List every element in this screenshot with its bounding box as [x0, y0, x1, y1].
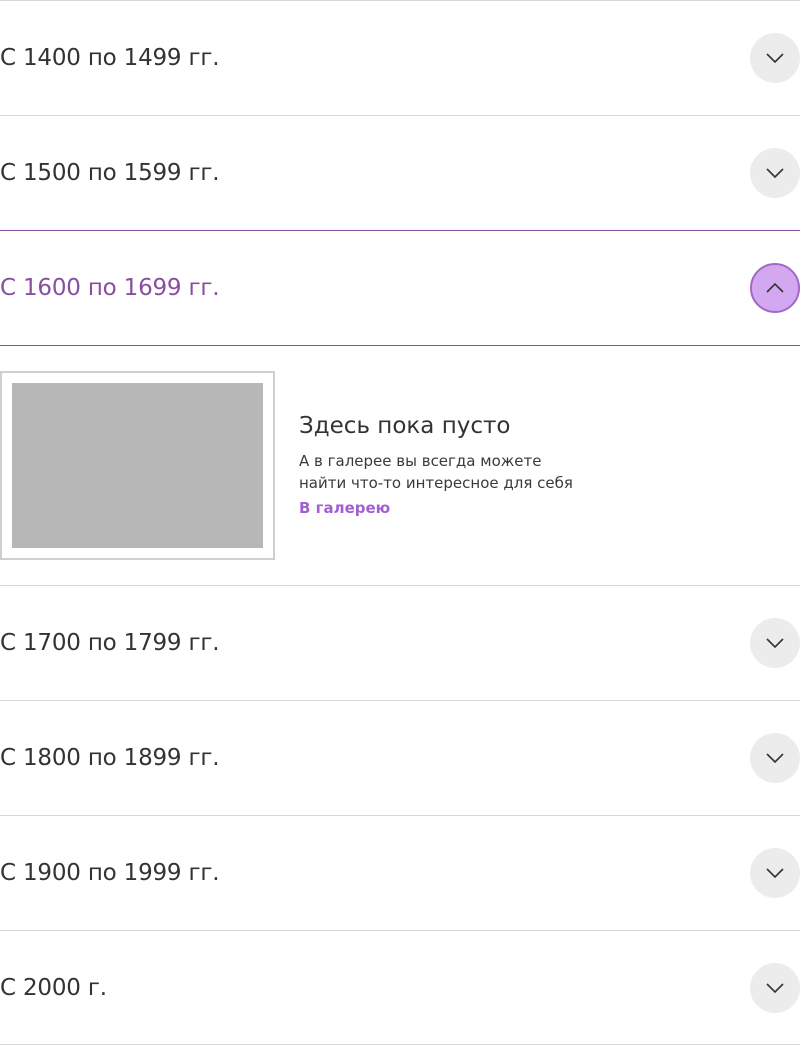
chevron-down-icon — [766, 868, 784, 879]
empty-state-text: А в галерее вы всегда можете найти что-т… — [299, 450, 599, 494]
accordion-item-title[interactable]: С 1700 по 1799 гг. — [0, 630, 220, 656]
chevron-down-icon — [766, 638, 784, 649]
accordion-item-1700[interactable]: С 1700 по 1799 гг. — [0, 585, 800, 700]
accordion-item-1500[interactable]: С 1500 по 1599 гг. — [0, 115, 800, 230]
accordion-item-2000[interactable]: С 2000 г. — [0, 930, 800, 1045]
accordion-item-title[interactable]: С 1400 по 1499 гг. — [0, 45, 220, 71]
expand-button[interactable] — [750, 963, 800, 1013]
expand-button[interactable] — [750, 148, 800, 198]
period-accordion: С 1400 по 1499 гг. С 1500 по 1599 гг. С … — [0, 0, 800, 1045]
expand-button[interactable] — [750, 733, 800, 783]
accordion-item-1800[interactable]: С 1800 по 1899 гг. — [0, 700, 800, 815]
expand-button[interactable] — [750, 848, 800, 898]
chevron-down-icon — [766, 53, 784, 64]
accordion-item-title[interactable]: С 1800 по 1899 гг. — [0, 745, 220, 771]
accordion-item-1900[interactable]: С 1900 по 1999 гг. — [0, 815, 800, 930]
accordion-item-title[interactable]: С 2000 г. — [0, 975, 107, 1001]
chevron-down-icon — [766, 983, 784, 994]
accordion-item-title[interactable]: С 1900 по 1999 гг. — [0, 860, 220, 886]
empty-state-text-line: найти что-то интересное для себя — [299, 474, 573, 492]
chevron-down-icon — [766, 753, 784, 764]
accordion-item-1400[interactable]: С 1400 по 1499 гг. — [0, 0, 800, 115]
expand-button[interactable] — [750, 33, 800, 83]
accordion-panel-1600: Здесь пока пусто А в галерее вы всегда м… — [0, 346, 800, 585]
accordion-item-title[interactable]: С 1600 по 1699 гг. — [0, 275, 220, 301]
gallery-link[interactable]: В галерею — [299, 499, 390, 517]
expand-button[interactable] — [750, 618, 800, 668]
placeholder-image — [12, 383, 263, 548]
chevron-up-icon — [766, 282, 784, 293]
collapse-button[interactable] — [750, 263, 800, 313]
empty-state-image-frame — [0, 371, 275, 560]
accordion-item-title[interactable]: С 1500 по 1599 гг. — [0, 160, 220, 186]
empty-state-text-line: А в галерее вы всегда можете — [299, 452, 542, 470]
chevron-down-icon — [766, 168, 784, 179]
empty-state-title: Здесь пока пусто — [299, 413, 511, 439]
accordion-item-1600[interactable]: С 1600 по 1699 гг. — [0, 230, 800, 346]
